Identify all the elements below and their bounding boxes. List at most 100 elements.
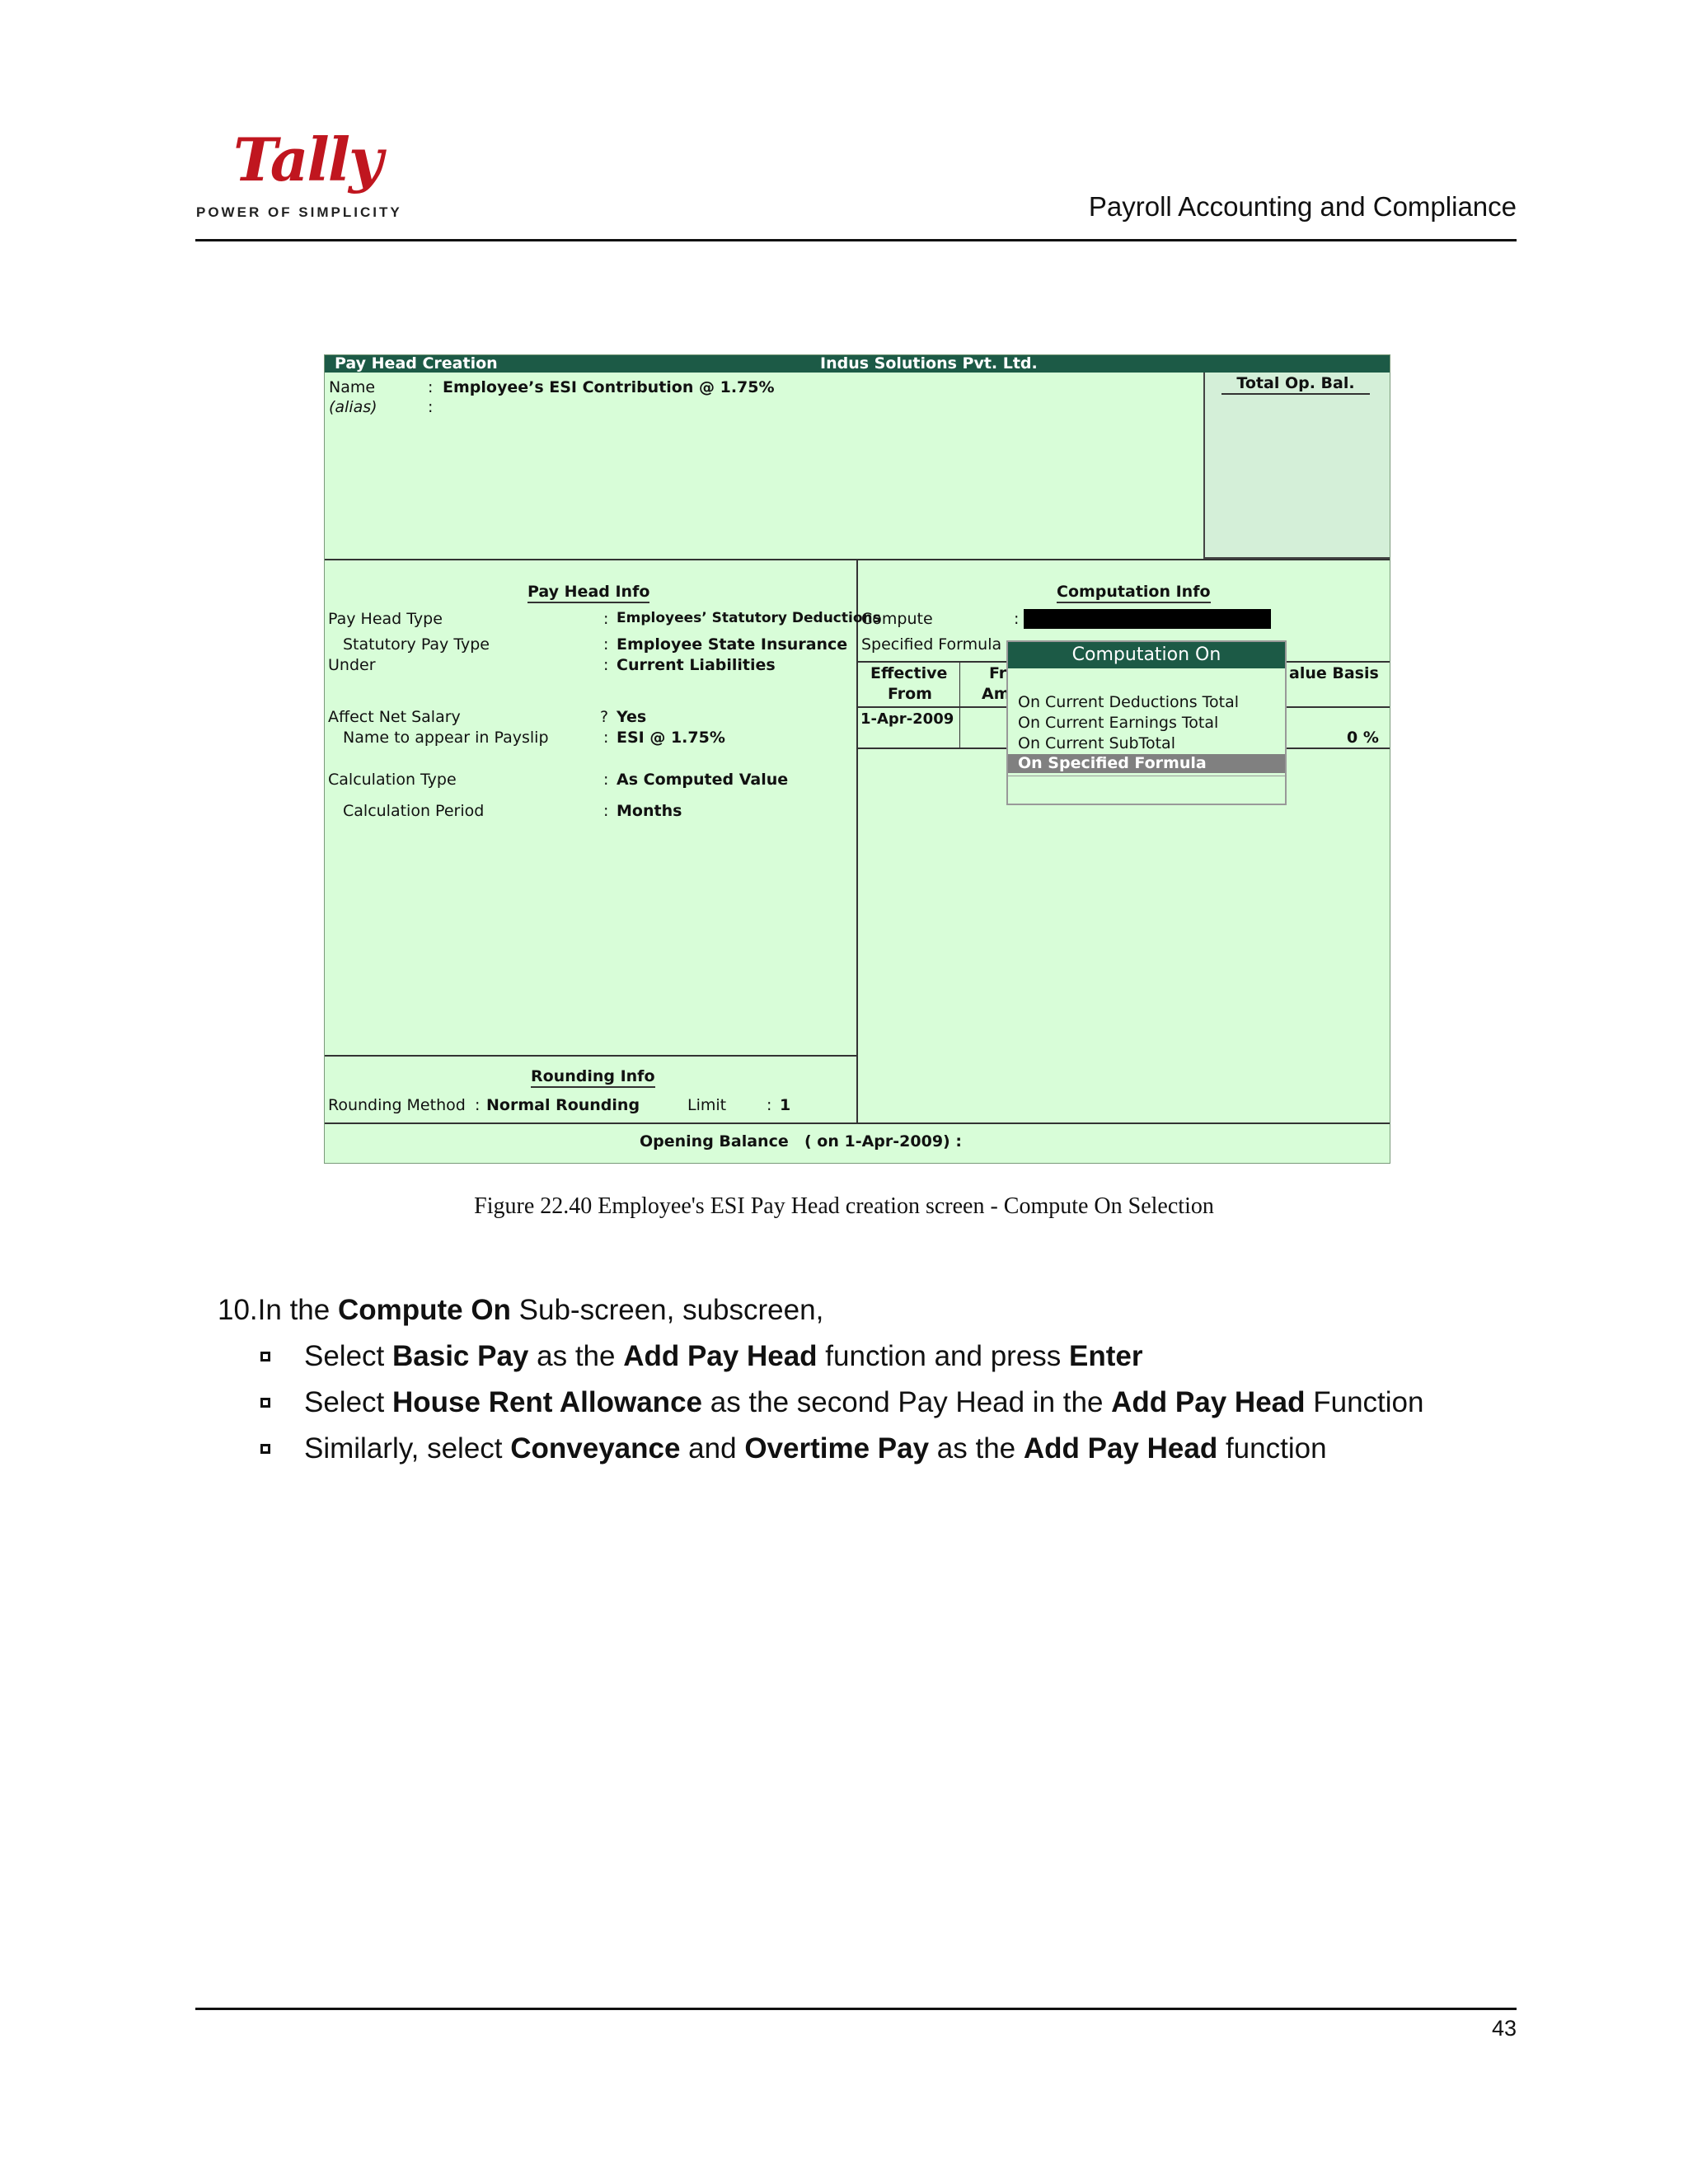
bullet-text: Similarly, select [304,1432,511,1465]
bullet-text: as the [528,1340,624,1372]
calculation-period-sep: : [603,802,609,820]
limit-value[interactable]: 1 [780,1096,790,1114]
compute-label: Compute [861,610,933,628]
col-from-label: From [888,685,932,703]
computation-info-heading: Computation Info [1057,583,1211,603]
compute-sep: : [1014,610,1020,628]
option-current-deductions-total[interactable]: On Current Deductions Total [1018,693,1239,711]
computation-on-popup[interactable]: Computation On On Current Deductions Tot… [1006,640,1287,805]
bullet-text: function and press [817,1340,1070,1372]
rounding-method-sep: : [475,1096,481,1114]
pay-head-type-value[interactable]: Employees’ Statutory Deductions [617,610,881,626]
screen-titlebar: Pay Head Creation Indus Solutions Pvt. L… [325,354,1390,373]
step-10: 10.In the Compute On Sub-screen, subscre… [218,1287,1423,1333]
option-specified-formula[interactable]: On Specified Formula [1008,754,1285,773]
alias-sep: : [428,398,434,416]
bullet-text: as the second Pay Head in the [702,1386,1112,1418]
affect-net-salary-label: Affect Net Salary [328,708,461,726]
bullet-bold: Basic Pay [392,1340,529,1372]
row-value-basis[interactable]: 0 % [1347,729,1379,747]
pay-head-creation-screen: Pay Head Creation Indus Solutions Pvt. L… [324,354,1390,1164]
tally-logo: Tally [233,124,383,194]
option-specified-formula-label: On Specified Formula [1018,754,1207,772]
document-title: Payroll Accounting and Compliance [1088,191,1517,222]
bullet-text: Function [1305,1386,1424,1418]
limit-sep: : [767,1096,772,1114]
column-divider [856,559,858,1123]
bullet-1: Select Basic Pay as the Add Pay Head fun… [218,1333,1423,1380]
step-bold: Compute On [337,1294,511,1326]
bullet-2: Select House Rent Allowance as the secon… [218,1380,1423,1426]
figure-caption: Figure 22.40 Employee's ESI Pay Head cre… [474,1193,1214,1219]
screen-title: Pay Head Creation [335,354,498,373]
step-text: Sub-screen, subscreen, [510,1294,824,1326]
bullet-text: and [680,1432,745,1465]
opening-balance-label: Opening Balance [640,1132,789,1151]
bullet-text: Select [304,1340,392,1372]
col-from-amount-label: Fr [989,664,1007,682]
payslip-name-sep: : [603,729,609,747]
table-col-rule [959,662,960,748]
bullet-bold: Overtime Pay [744,1432,930,1465]
specified-formula-label: Specified Formula [861,635,1002,654]
affect-net-salary-value[interactable]: Yes [617,708,646,726]
bullet-3: Similarly, select Conveyance and Overtim… [218,1426,1423,1472]
under-value[interactable]: Current Liabilities [617,656,776,674]
affect-net-salary-sep: ? [600,708,609,726]
bullet-bold: Conveyance [510,1432,681,1465]
popup-title: Computation On [1008,642,1285,668]
statutory-pay-type-sep: : [603,635,609,654]
calculation-period-value[interactable]: Months [617,802,682,820]
under-sep: : [603,656,609,674]
col-effective-label: Effective [870,664,948,682]
opening-balance-date: ( on 1-Apr-2009) : [804,1132,962,1151]
option-current-subtotal[interactable]: On Current SubTotal [1018,734,1175,752]
bullet-bold: House Rent Allowance [392,1386,702,1418]
row-effective-date[interactable]: 1-Apr-2009 [860,710,954,728]
name-field[interactable]: Employee’s ESI Contribution @ 1.75% [443,378,775,396]
rounding-method-label: Rounding Method [328,1096,466,1114]
header-rule [195,239,1517,241]
footer-rule [195,2008,1517,2010]
total-op-bal-panel: Total Op. Bal. [1203,373,1390,559]
total-op-bal-heading: Total Op. Bal. [1221,374,1370,395]
calculation-period-label: Calculation Period [343,802,485,820]
calculation-type-value[interactable]: As Computed Value [617,771,788,789]
pay-head-type-label: Pay Head Type [328,610,443,628]
rounding-info-heading: Rounding Info [531,1067,655,1088]
alias-label: (alias) [329,398,377,416]
bullet-text: function [1217,1432,1327,1465]
pay-head-type-sep: : [603,610,609,628]
rounding-divider [325,1055,857,1057]
under-label: Under [328,656,376,674]
page-number: 43 [1491,2016,1517,2041]
statutory-pay-type-label: Statutory Pay Type [343,635,490,654]
bullet-bold: Add Pay Head [1111,1386,1306,1418]
logo-tagline: POWER OF SIMPLICITY [196,204,402,220]
payslip-name-value[interactable]: ESI @ 1.75% [617,729,725,747]
bullet-text: Select [304,1386,392,1418]
calculation-type-sep: : [603,771,609,789]
statutory-pay-type-value[interactable]: Employee State Insurance [617,635,847,654]
company-name: Indus Solutions Pvt. Ltd. [820,354,1038,373]
bullet-square-icon [260,1398,270,1408]
instructions: 10.In the Compute On Sub-screen, subscre… [218,1287,1423,1472]
compute-field[interactable] [1024,609,1271,629]
col-value-basis-label: alue Basis [1289,664,1379,682]
name-sep: : [428,378,434,396]
bullet-bold: Add Pay Head [623,1340,818,1372]
limit-label: Limit [687,1096,727,1114]
bullet-square-icon [260,1352,270,1361]
bullet-square-icon [260,1444,270,1454]
opening-divider [325,1122,1390,1124]
bullet-bold: Enter [1069,1340,1143,1372]
option-current-earnings-total[interactable]: On Current Earnings Total [1018,714,1218,732]
bullet-bold: Add Pay Head [1023,1432,1218,1465]
payslip-name-label: Name to appear in Payslip [343,729,549,747]
step-text: 10.In the [218,1294,338,1326]
rounding-method-value[interactable]: Normal Rounding [486,1096,640,1114]
calculation-type-label: Calculation Type [328,771,457,789]
bullet-text: as the [929,1432,1024,1465]
name-label: Name [329,378,376,396]
pay-head-info-heading: Pay Head Info [528,583,650,603]
